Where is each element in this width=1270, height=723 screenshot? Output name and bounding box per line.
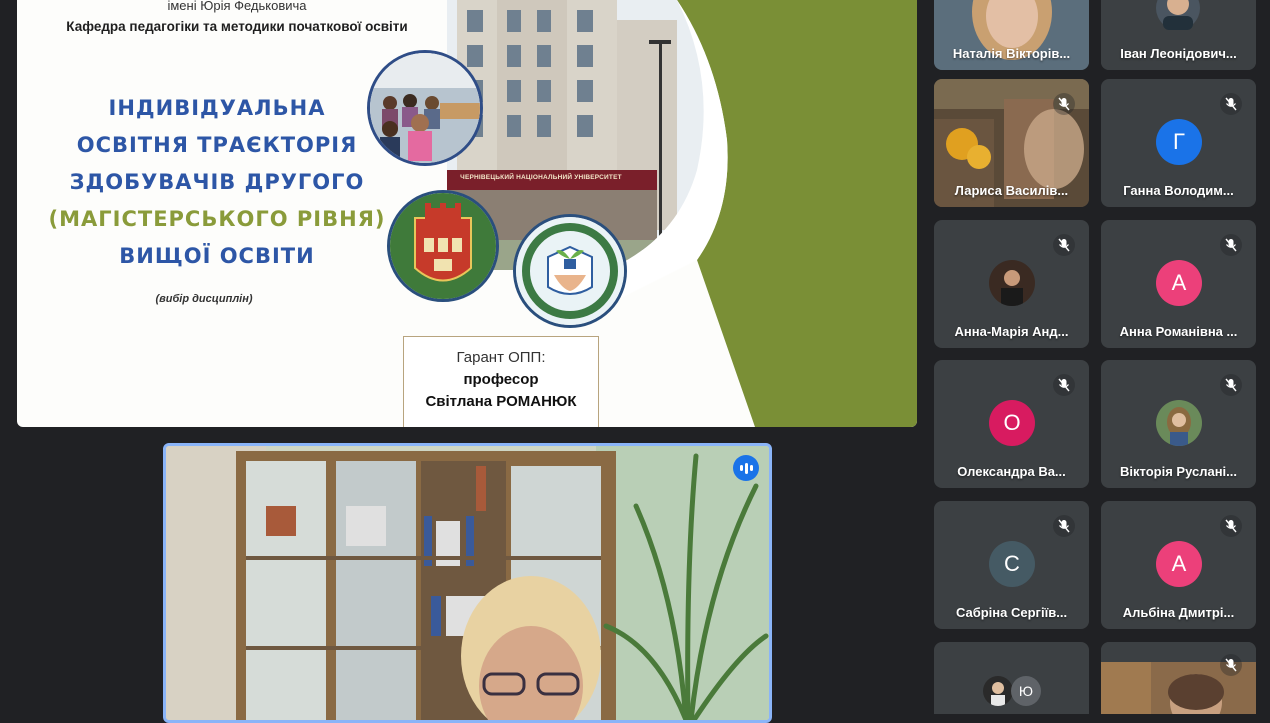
guarantor-box: Гарант ОПП: професор Світлана РОМАНЮК (403, 336, 599, 427)
guarantor-name: Світлана РОМАНЮК (425, 393, 577, 410)
participant-photo-avatar (989, 260, 1035, 306)
participant-name: Анна Романівна ... (1119, 324, 1238, 339)
mic-off-icon (1053, 93, 1075, 115)
participant-avatar: О (989, 400, 1035, 446)
guarantor-role: професор (463, 371, 539, 388)
participant-name: Сабріна Сергіїв... (955, 605, 1068, 620)
slide-title-line-3: ЗДОБУВАЧІВ ДРУГОГО (69, 170, 365, 194)
participant-tile[interactable]: О Олександра Ва... (934, 360, 1089, 488)
slide-title-line-1: ІНДИВІДУАЛЬНА (108, 96, 326, 120)
active-speaker-video[interactable] (163, 443, 772, 723)
participant-tile[interactable] (1101, 642, 1256, 714)
participant-avatar: С (989, 541, 1035, 587)
participant-avatar: А (1156, 541, 1202, 587)
mic-off-icon (1053, 234, 1075, 256)
participant-tile[interactable]: А Альбіна Дмитрі... (1101, 501, 1256, 629)
group-avatar-initial: Ю (1011, 676, 1041, 706)
participant-name: Лариса Василів... (954, 183, 1069, 198)
participant-tile-group[interactable]: Ю (934, 642, 1089, 714)
participant-tile[interactable]: Г Ганна Володим... (1101, 79, 1256, 207)
participant-name: Вікторія Руслані... (1120, 464, 1237, 479)
speaking-indicator-icon (733, 455, 759, 481)
audience-photo (367, 50, 483, 166)
mic-off-icon (1220, 654, 1242, 676)
participant-name: Олександра Ва... (957, 464, 1066, 479)
mic-off-icon (1053, 515, 1075, 537)
participant-name: Наталія Вікторів... (952, 46, 1071, 61)
participant-photo-avatar (1156, 400, 1202, 446)
participant-name: Ганна Володим... (1123, 183, 1234, 198)
slide-title-line-2: ОСВІТНЯ ТРАЄКТОРІЯ (76, 133, 358, 157)
group-avatar-photo (983, 676, 1013, 706)
slide-choice-note: (вибір дисциплін) (155, 293, 253, 305)
participant-tile[interactable]: Анна-Марія Анд... (934, 220, 1089, 348)
mic-off-icon (1220, 515, 1242, 537)
participant-avatar: Г (1156, 119, 1202, 165)
mic-off-icon (1220, 234, 1242, 256)
slide-department: Кафедра педагогіки та методики початково… (66, 19, 408, 34)
presentation-slide[interactable]: ЧЕРНІВЕЦЬКИЙ НАЦІОНАЛЬНИЙ УНІВЕРСИТЕТ ім… (17, 0, 917, 427)
primary-education-emblem (513, 214, 627, 328)
participant-avatar: А (1156, 260, 1202, 306)
participant-tile[interactable]: Іван Леонідович... (1101, 0, 1256, 70)
participant-tile[interactable]: Лариса Василів... (934, 79, 1089, 207)
mic-off-icon (1053, 374, 1075, 396)
participant-tile[interactable]: А Анна Романівна ... (1101, 220, 1256, 348)
participant-name: Анна-Марія Анд... (954, 324, 1069, 339)
participant-name: Іван Леонідович... (1120, 46, 1237, 61)
slide-title-line-4: (МАГІСТЕРСЬКОГО РІВНЯ) (48, 207, 386, 231)
participant-tile[interactable]: Вікторія Руслані... (1101, 360, 1256, 488)
mic-off-icon (1220, 374, 1242, 396)
participant-tile[interactable]: Наталія Вікторів... (934, 0, 1089, 70)
slide-university-name: імені Юрія Федьковича (167, 0, 307, 13)
coat-of-arms-emblem (387, 190, 499, 302)
slide-title-line-5: ВИЩОЇ ОСВІТИ (119, 244, 315, 268)
university-sign: ЧЕРНІВЕЦЬКИЙ НАЦІОНАЛЬНИЙ УНІВЕРСИТЕТ (460, 174, 622, 181)
participant-name: Альбіна Дмитрі... (1122, 605, 1235, 620)
mic-off-icon (1220, 93, 1242, 115)
guarantor-label: Гарант ОПП: (456, 349, 546, 366)
participant-tile[interactable]: С Сабріна Сергіїв... (934, 501, 1089, 629)
speaker-video-frame (166, 446, 769, 720)
participant-video (1101, 642, 1256, 714)
